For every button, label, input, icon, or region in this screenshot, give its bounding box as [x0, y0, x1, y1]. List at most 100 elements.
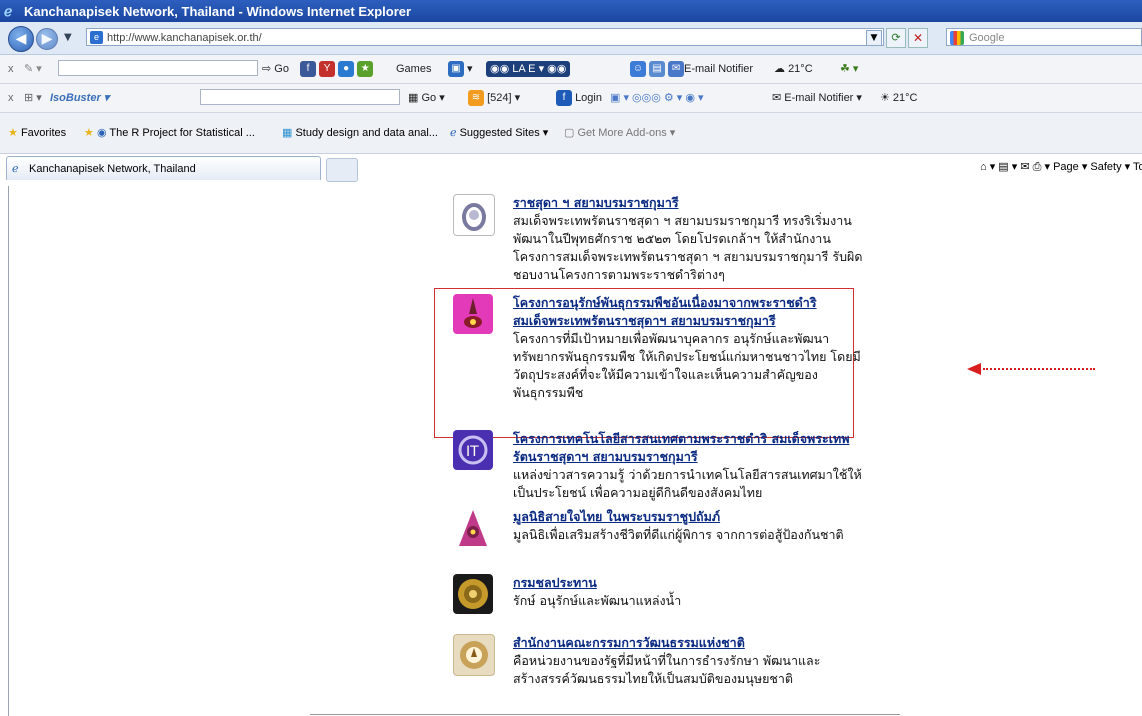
tab-kanchanapisek[interactable]: ℯ Kanchanapisek Network, Thailand — [6, 156, 321, 180]
item-title-link[interactable]: มูลนิธิสายใจไทย ในพระบรมราชูปถัมภ์ — [513, 508, 863, 526]
go-label-2: Go — [421, 92, 437, 104]
r-project-icon: ◉ — [96, 127, 107, 139]
arrow-head-icon — [967, 363, 981, 375]
email-notifier-button[interactable]: E-mail Notifier — [684, 61, 753, 77]
fav-item-addons-label: Get More Add-ons — [577, 127, 667, 139]
tools-menu[interactable]: To — [1133, 161, 1142, 173]
login-label: Login — [575, 92, 602, 104]
games-button[interactable]: Games — [396, 61, 431, 77]
isobuster-button[interactable]: IsoBuster ▾ — [50, 90, 109, 106]
chakri-logo-icon — [453, 194, 495, 236]
email-notifier-2-label: E-mail Notifier — [784, 92, 854, 104]
ie-logo-icon: ℯ — [4, 3, 13, 19]
new-tab-button[interactable] — [326, 158, 358, 182]
page-content: ราชสุดา ฯ สยามบรมราชกุมารี สมเด็จพระเทพร… — [8, 186, 1141, 716]
favorites-button[interactable]: ★ Favorites — [8, 125, 66, 141]
chat-icon[interactable]: ☺ — [630, 61, 646, 78]
refresh-icon[interactable]: ⟳ — [886, 28, 906, 48]
window-title-bar: ℯ Kanchanapisek Network, Thailand - Wind… — [0, 0, 1142, 22]
toolbar-1-icons[interactable]: f Y ● ★ — [300, 61, 374, 78]
expand-icon[interactable]: ⊞ ▾ — [24, 90, 42, 106]
safety-menu-label: Safety — [1090, 161, 1122, 173]
search-placeholder: Google — [969, 32, 1005, 44]
url-text: http://www.kanchanapisek.or.th/ — [107, 32, 262, 44]
forward-button[interactable]: ▶ — [36, 28, 58, 50]
weather-widget[interactable]: ☁ 21°C — [774, 61, 813, 77]
leaf-icon[interactable]: ☘ ▾ — [840, 61, 858, 77]
addons-icon: ▢ — [564, 127, 575, 139]
back-button[interactable]: ◀ — [8, 26, 34, 52]
study-design-icon: ▦ — [282, 127, 293, 139]
add-favorite-icon[interactable]: ★ — [84, 127, 94, 139]
weather-widget-2[interactable]: ☀ 21°C — [880, 90, 918, 106]
irrigation-dept-logo-icon — [453, 574, 493, 614]
toolbar-2-go-button[interactable]: ▦ Go ▾ — [408, 90, 445, 106]
item-description: แหล่งข่าวสารความรู้ ว่าด้วยการนำเทคโนโลย… — [513, 467, 862, 500]
page-menu[interactable]: Page ▾ — [1053, 161, 1087, 173]
saijai-thai-logo-icon — [453, 508, 493, 548]
address-dropdown-button[interactable]: ▼ — [866, 30, 882, 46]
feeds-icon[interactable]: ▤ ▾ — [998, 161, 1017, 173]
toolbar-logo-icon: ✎ ▾ — [24, 63, 42, 75]
toolbar-1-go-button[interactable]: ⇨ Go — [262, 61, 289, 77]
address-bar: ◀ ▶ ▼ e http://www.kanchanapisek.or.th/ … — [0, 22, 1142, 55]
toolbar-1-misc[interactable]: ▣ ▾ — [448, 61, 473, 78]
search-field[interactable]: Google — [946, 28, 1142, 46]
url-field[interactable]: e http://www.kanchanapisek.or.th/ — [86, 28, 884, 46]
toolbar-1-search-input[interactable] — [58, 60, 258, 76]
toolbar-2-search-input[interactable] — [200, 89, 400, 105]
favorites-bar: ★ Favorites ★ ◉ The R Project for Statis… — [0, 113, 1142, 154]
safety-menu[interactable]: Safety ▾ — [1090, 161, 1130, 173]
tv-icon[interactable]: ▣ — [448, 61, 464, 78]
fav-item-get-more-addons[interactable]: ▢ Get More Add-ons ▾ — [564, 125, 675, 141]
close-toolbar-icon[interactable]: x — [8, 61, 14, 77]
mail-icon[interactable]: ✉ — [668, 61, 685, 78]
app-icon[interactable]: ● — [338, 61, 355, 78]
rss-icon: ≋ — [468, 90, 484, 107]
temperature-label: 21°C — [788, 63, 813, 75]
tab-title: Kanchanapisek Network, Thailand — [29, 163, 196, 175]
command-bar: ⌂ ▾ ▤ ▾ ✉ ⎙ ▾ Page ▾ Safety ▾ To — [980, 160, 1142, 176]
item-title-link[interactable]: กรมชลประทาน — [513, 574, 863, 592]
tab-ie-icon: ℯ — [12, 163, 19, 175]
home-icon[interactable]: ⌂ ▾ — [980, 161, 995, 173]
login-button[interactable]: f Login — [556, 90, 602, 107]
item-subtitle-link[interactable]: สมเด็จพระเทพรัตนราชสุดาฯ สยามบรมราชกุมาร… — [513, 312, 863, 330]
toolbar-1: x ✎ ▾ ⇨ Go f Y ● ★ Games ▣ ▾ ◉◉ LA E ▾ ◉… — [0, 55, 1142, 84]
culture-council-logo-icon — [453, 634, 495, 676]
toolbar-1-apps[interactable]: ☺ ▤ ✉ — [630, 61, 685, 78]
rss-counter[interactable]: ≋ [524] ▾ — [468, 90, 520, 107]
plant-genetic-logo-icon — [453, 294, 493, 334]
item-title-link[interactable]: โครงการอนุรักษ์พันธุกรรมพืชอันเนื่องมาจา… — [513, 294, 863, 312]
item-description: โครงการที่มีเป้าหมายเพื่อพัฒนาบุคลากร อน… — [513, 331, 861, 400]
page-menu-label: Page — [1053, 161, 1079, 173]
read-mail-icon[interactable]: ✉ — [1020, 161, 1029, 173]
item-description: มูลนิธิเพื่อเสริมสร้างชีวิตที่ดีแก่ผู้พิ… — [513, 527, 844, 542]
it-project-logo-icon: IT — [453, 430, 493, 470]
print-icon[interactable]: ⎙ ▾ — [1033, 161, 1050, 173]
email-notifier-2-button[interactable]: ✉ E-mail Notifier ▾ — [772, 90, 862, 106]
app-icon-2[interactable]: ★ — [357, 61, 374, 78]
item-title-link[interactable]: สำนักงานคณะกรรมการวัฒนธรรมแห่งชาติ — [513, 634, 863, 652]
recent-pages-dropdown[interactable]: ▼ — [64, 32, 72, 43]
fav-item-suggested-sites[interactable]: ℯ Suggested Sites ▾ — [450, 125, 548, 141]
isobuster-label: IsoBuster — [50, 92, 101, 104]
google-icon — [950, 31, 964, 45]
favorites-star-icon: ★ — [8, 127, 18, 139]
youtube-icon[interactable]: Y — [319, 61, 336, 78]
toolbar-2-media[interactable]: ▣ ▾ ◎◎◎ ⚙ ▾ ◉ ▾ — [610, 90, 704, 106]
facebook-icon[interactable]: f — [300, 61, 316, 78]
page-favicon-icon: e — [90, 31, 103, 44]
fav-item-r-project[interactable]: ★ ◉ The R Project for Statistical ... — [84, 125, 255, 141]
close-toolbar-2-icon[interactable]: x — [8, 90, 14, 106]
stop-icon[interactable]: ✕ — [908, 28, 928, 48]
media-player-widget[interactable]: ◉◉ LA E ▾ ◉◉ — [486, 61, 571, 77]
toolbar-2: x ⊞ ▾ IsoBuster ▾ ▦ Go ▾ ≋ [524] ▾ f Log… — [0, 84, 1142, 113]
photo-icon[interactable]: ▤ — [649, 61, 666, 78]
count-label: [524] — [487, 92, 512, 104]
page-divider — [310, 714, 900, 715]
ie-icon: ℯ — [450, 127, 457, 139]
item-title-link[interactable]: โครงการเทคโนโลยีสารสนเทศตามพระราชดำริ สม… — [513, 430, 863, 466]
fav-item-study-design[interactable]: ▦ Study design and data anal... — [282, 125, 438, 141]
item-title-link[interactable]: ราชสุดา ฯ สยามบรมราชกุมารี — [513, 194, 863, 212]
